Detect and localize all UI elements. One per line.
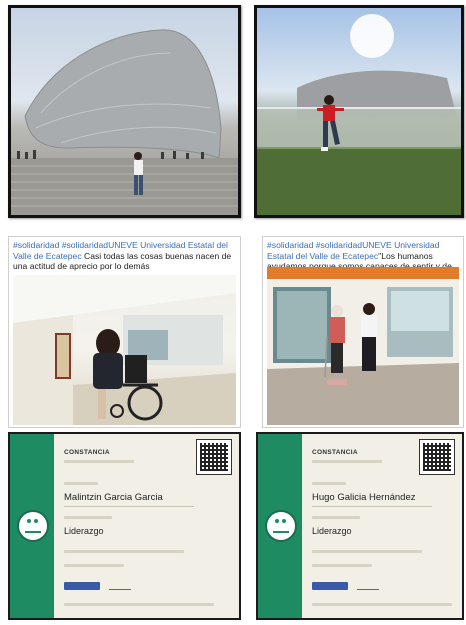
hallway-photo xyxy=(13,275,236,425)
recipient-name: Hugo Galicia Hernández xyxy=(312,492,416,503)
certificate-left: CONSTANCIA Malintzin Garcia Garcia Lider… xyxy=(8,432,241,620)
logo-icon xyxy=(64,582,100,590)
seal-icon xyxy=(265,510,297,542)
decorative-line xyxy=(64,516,112,519)
divider xyxy=(312,506,432,507)
entrance-illustration xyxy=(267,267,459,425)
qr-code-icon xyxy=(419,439,455,475)
seal-icon xyxy=(17,510,49,542)
decorative-line xyxy=(64,564,124,567)
terrace-illustration xyxy=(257,14,461,215)
decorative-line xyxy=(312,603,452,606)
terrace-scene xyxy=(257,8,461,215)
certificate-title: CONSTANCIA xyxy=(312,449,358,456)
qr-code-icon xyxy=(196,439,232,475)
signature-icon xyxy=(108,583,134,590)
signature-icon xyxy=(356,583,382,590)
certificate-right: CONSTANCIA Hugo Galicia Hernández Lidera… xyxy=(256,432,464,620)
divider xyxy=(64,506,194,507)
museum-illustration xyxy=(11,29,238,215)
entrance-photo xyxy=(267,267,459,425)
decorative-line xyxy=(64,460,134,463)
decorative-line xyxy=(312,482,346,485)
decorative-line xyxy=(64,482,98,485)
course-name: Liderazgo xyxy=(312,526,352,536)
social-post-right: #solidaridad #solidaridadUNEVE Universid… xyxy=(262,236,464,428)
hallway-illustration xyxy=(13,275,236,425)
recipient-name: Malintzin Garcia Garcia xyxy=(64,492,163,503)
social-post-left: #solidaridad #solidaridadUNEVE Universid… xyxy=(8,236,241,428)
course-name: Liderazgo xyxy=(64,526,104,536)
logo-icon xyxy=(312,582,348,590)
museum-photo-left xyxy=(8,5,241,218)
terrace-photo-right xyxy=(254,5,464,218)
decorative-line xyxy=(64,603,214,606)
decorative-line xyxy=(312,516,360,519)
decorative-line xyxy=(312,564,372,567)
decorative-line xyxy=(64,550,184,553)
decorative-line xyxy=(312,460,382,463)
museum-scene xyxy=(11,8,238,215)
certificate-title: CONSTANCIA xyxy=(64,449,110,456)
post-caption: #solidaridad #solidaridadUNEVE Universid… xyxy=(13,240,236,272)
decorative-line xyxy=(312,550,422,553)
